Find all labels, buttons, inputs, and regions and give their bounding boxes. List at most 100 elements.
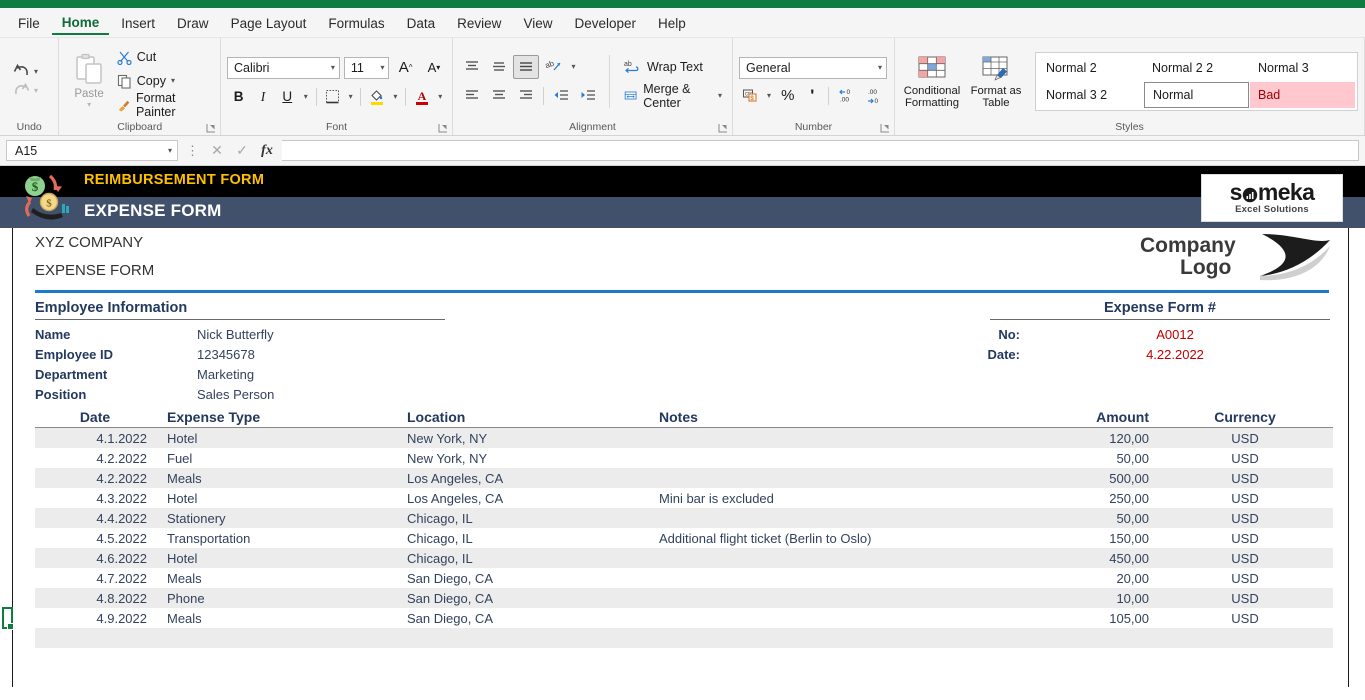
field-value[interactable]: Nick Butterfly	[197, 327, 274, 342]
format-as-table-button[interactable]: Format as Table	[965, 53, 1027, 110]
formula-bar-handle[interactable]: ⋮	[183, 143, 202, 159]
table-cell-currency[interactable]: USD	[1157, 431, 1333, 446]
table-cell-type[interactable]: Stationery	[155, 511, 407, 526]
table-cell-type[interactable]: Meals	[155, 571, 407, 586]
font-size-combo[interactable]: 11 ▾	[343, 56, 390, 79]
decrease-indent-button[interactable]	[548, 84, 574, 108]
table-cell-currency[interactable]: USD	[1157, 471, 1333, 486]
decrease-font-size-button[interactable]: A ▾	[422, 56, 446, 80]
tab-page-layout[interactable]: Page Layout	[221, 12, 317, 34]
copy-button[interactable]: Copy ▾	[117, 71, 214, 92]
table-cell-type[interactable]: Meals	[155, 611, 407, 626]
table-row[interactable]: 4.5.2022 Transportation Chicago, IL Additio…	[35, 528, 1333, 548]
table-cell-notes[interactable]: Mini bar is excluded	[659, 491, 1017, 506]
table-cell-location[interactable]: Los Angeles, CA	[407, 471, 659, 486]
table-cell-location[interactable]: New York, NY	[407, 431, 659, 446]
increase-indent-button[interactable]	[575, 84, 601, 108]
selected-cell-indicator[interactable]	[2, 607, 14, 630]
font-name-combo[interactable]: Calibri ▾	[227, 56, 340, 79]
table-cell-date[interactable]: 4.2.2022	[35, 451, 155, 466]
field-value[interactable]: 12345678	[197, 347, 255, 362]
decrease-decimal-button[interactable]: .00 0	[862, 84, 888, 108]
table-cell-date[interactable]: 4.3.2022	[35, 491, 155, 506]
table-cell-type[interactable]: Transportation	[155, 531, 407, 546]
insert-function-button[interactable]: fx	[257, 143, 277, 159]
comma-style-button[interactable]: '	[801, 84, 823, 108]
number-dialog-launcher[interactable]	[880, 123, 890, 133]
table-row[interactable]: 4.2.2022 Meals Los Angeles, CA 500,00 USD	[35, 468, 1333, 488]
undo-dropdown-caret[interactable]: ▾	[34, 67, 38, 76]
table-cell-type[interactable]: Fuel	[155, 451, 407, 466]
table-cell-date[interactable]: 4.7.2022	[35, 571, 155, 586]
align-bottom-button[interactable]	[513, 54, 540, 79]
style-normal[interactable]: Normal	[1144, 81, 1249, 108]
table-cell-amount[interactable]: 20,00	[1017, 571, 1157, 586]
borders-dropdown-caret[interactable]: ▾	[345, 92, 357, 101]
tab-review[interactable]: Review	[447, 12, 511, 34]
style-normal-2[interactable]: Normal 2	[1038, 54, 1143, 81]
accounting-format-dropdown-caret[interactable]: ▾	[763, 91, 774, 100]
redo-button[interactable]: ▾	[6, 83, 52, 98]
tab-developer[interactable]: Developer	[564, 12, 646, 34]
tab-view[interactable]: View	[513, 12, 562, 34]
style-normal-2-2[interactable]: Normal 2 2	[1144, 54, 1249, 81]
merge-center-button[interactable]: Merge & Center ▾	[620, 82, 726, 110]
table-cell-date[interactable]: 4.5.2022	[35, 531, 155, 546]
table-row[interactable]: 4.6.2022 Hotel Chicago, IL 450,00 USD	[35, 548, 1333, 568]
font-color-button[interactable]: A	[410, 85, 433, 109]
cell-styles-gallery[interactable]: Normal 2 Normal 2 2 Normal 3 Normal 3 2 …	[1035, 51, 1358, 111]
table-cell-location[interactable]: Los Angeles, CA	[407, 491, 659, 506]
table-cell-amount[interactable]: 250,00	[1017, 491, 1157, 506]
table-cell-type[interactable]: Hotel	[155, 491, 407, 506]
table-cell-date[interactable]: 4.4.2022	[35, 511, 155, 526]
table-cell-notes[interactable]: Additional flight ticket (Berlin to Oslo…	[659, 531, 1017, 546]
font-dialog-launcher[interactable]	[438, 123, 448, 133]
italic-button[interactable]: I	[251, 85, 274, 109]
alignment-dialog-launcher[interactable]	[718, 123, 728, 133]
tab-home[interactable]: Home	[51, 11, 110, 35]
table-cell-currency[interactable]: USD	[1157, 551, 1333, 566]
table-cell-amount[interactable]: 500,00	[1017, 471, 1157, 486]
table-cell-type[interactable]: Meals	[155, 471, 407, 486]
increase-font-size-button[interactable]: A ^	[393, 56, 417, 80]
table-cell-amount[interactable]: 105,00	[1017, 611, 1157, 626]
clipboard-dialog-launcher[interactable]	[206, 123, 216, 133]
table-cell-location[interactable]: San Diego, CA	[407, 611, 659, 626]
align-center-button[interactable]	[486, 84, 512, 108]
fill-color-dropdown-caret[interactable]: ▾	[390, 92, 402, 101]
accounting-format-button[interactable]: cre $	[739, 84, 761, 108]
table-cell-currency[interactable]: USD	[1157, 451, 1333, 466]
table-cell-date[interactable]: 4.8.2022	[35, 591, 155, 606]
table-row[interactable]: 4.4.2022 Stationery Chicago, IL 50,00 USD	[35, 508, 1333, 528]
style-normal-3[interactable]: Normal 3	[1250, 54, 1355, 81]
table-cell-currency[interactable]: USD	[1157, 591, 1333, 606]
table-cell-type[interactable]: Hotel	[155, 431, 407, 446]
underline-dropdown-caret[interactable]: ▾	[300, 92, 312, 101]
table-cell-location[interactable]: Chicago, IL	[407, 511, 659, 526]
table-cell-type[interactable]: Hotel	[155, 551, 407, 566]
font-color-dropdown-caret[interactable]: ▾	[434, 92, 446, 101]
table-cell-location[interactable]: Chicago, IL	[407, 531, 659, 546]
name-box[interactable]: A15 ▾	[6, 140, 178, 161]
wrap-text-button[interactable]: ab Wrap Text	[620, 55, 726, 79]
merge-center-dropdown-caret[interactable]: ▾	[718, 91, 722, 100]
table-row[interactable]: 4.1.2022 Hotel New York, NY 120,00 USD	[35, 428, 1333, 448]
table-cell-amount[interactable]: 450,00	[1017, 551, 1157, 566]
field-value[interactable]: Sales Person	[197, 387, 274, 402]
table-cell-currency[interactable]: USD	[1157, 531, 1333, 546]
redo-dropdown-caret[interactable]: ▾	[34, 86, 38, 95]
table-cell-amount[interactable]: 150,00	[1017, 531, 1157, 546]
table-cell-location[interactable]: New York, NY	[407, 451, 659, 466]
copy-dropdown-caret[interactable]: ▾	[171, 77, 175, 85]
table-cell-amount[interactable]: 10,00	[1017, 591, 1157, 606]
fill-color-button[interactable]	[365, 85, 388, 109]
conditional-formatting-button[interactable]: Conditional Formatting	[901, 53, 963, 110]
table-cell-date[interactable]: 4.2.2022	[35, 471, 155, 486]
bold-button[interactable]: B	[227, 85, 250, 109]
table-cell-amount[interactable]: 120,00	[1017, 431, 1157, 446]
style-bad[interactable]: Bad	[1250, 81, 1355, 108]
style-normal-3-2[interactable]: Normal 3 2	[1038, 81, 1143, 108]
table-cell-amount[interactable]: 50,00	[1017, 511, 1157, 526]
confirm-entry-button[interactable]: ✓	[232, 142, 252, 159]
table-row[interactable]: 4.7.2022 Meals San Diego, CA 20,00 USD	[35, 568, 1333, 588]
